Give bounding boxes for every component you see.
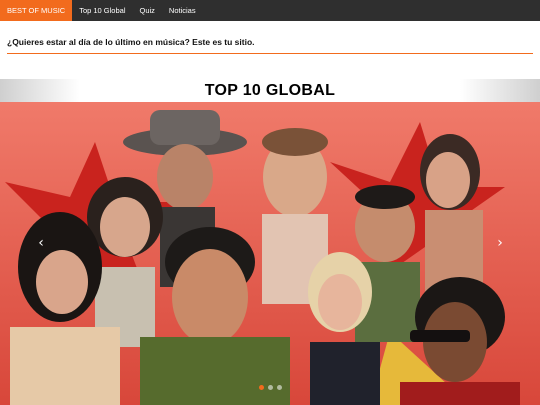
nav-noticias[interactable]: Noticias <box>162 0 203 21</box>
brand-logo-link[interactable]: BEST OF MUSIC <box>0 0 73 21</box>
section-title: TOP 10 GLOBAL <box>204 82 336 99</box>
slider-dots <box>0 385 540 393</box>
top-navigation: BEST OF MUSIC Top 10 Global Quiz Noticia… <box>0 0 540 21</box>
slider-next-arrow-icon[interactable]: › <box>491 232 509 254</box>
slider-dot[interactable] <box>267 385 273 390</box>
site-tagline: ¿Quieres estar al día de lo último en mú… <box>7 37 255 47</box>
nav-top-10-global[interactable]: Top 10 Global <box>72 0 132 21</box>
image-slider[interactable]: ‹ › <box>0 102 540 405</box>
nav-quiz[interactable]: Quiz <box>133 0 162 21</box>
divider <box>7 53 533 54</box>
slide-artwork <box>0 102 540 405</box>
slider-dot[interactable] <box>276 385 282 390</box>
slider-dot[interactable] <box>258 385 264 390</box>
section-title-band: TOP 10 GLOBAL <box>0 79 540 102</box>
slider-prev-arrow-icon[interactable]: ‹ <box>32 232 50 254</box>
